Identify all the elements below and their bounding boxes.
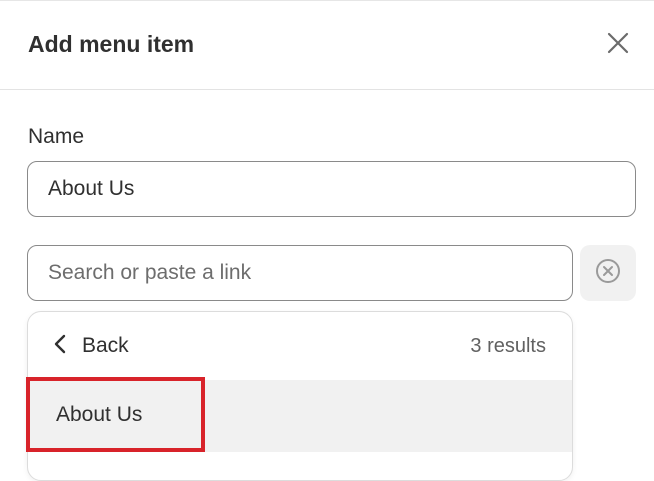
result-item-about-us[interactable]: About Us [28, 380, 572, 452]
name-input[interactable] [27, 161, 636, 217]
circle-x-icon [595, 258, 621, 289]
link-results-dropdown: Back 3 results About Us [27, 311, 573, 481]
back-label: Back [82, 334, 129, 357]
name-label: Name [28, 125, 85, 148]
dialog-title: Add menu item [28, 31, 195, 57]
results-count: 3 results [470, 335, 546, 357]
dropdown-header: Back 3 results [28, 312, 572, 380]
clear-search-button[interactable] [580, 245, 636, 301]
close-button[interactable] [602, 29, 634, 61]
close-icon [607, 32, 629, 59]
back-button[interactable]: Back [54, 330, 129, 362]
link-search-input[interactable] [27, 245, 573, 301]
chevron-left-icon [54, 334, 66, 359]
dialog-header: Add menu item [0, 1, 654, 90]
result-item-label: About Us [56, 403, 143, 426]
